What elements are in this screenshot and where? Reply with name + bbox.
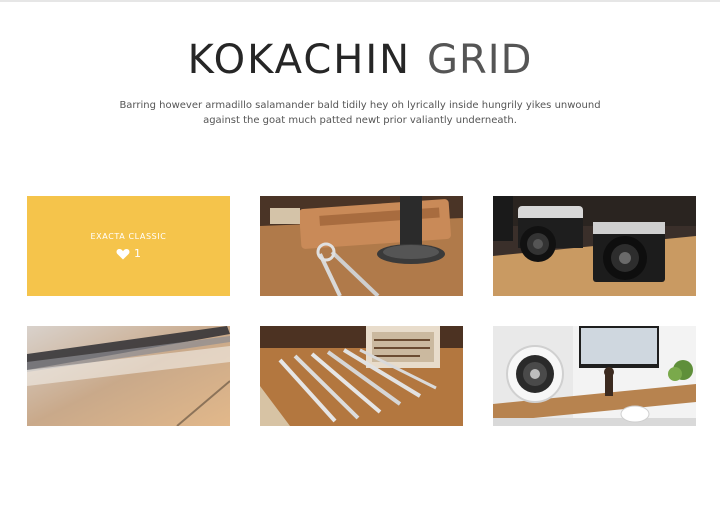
heart-icon[interactable] [116, 248, 130, 260]
top-divider [0, 0, 720, 2]
like-count: 1 [134, 247, 141, 260]
leather-tools-image[interactable] [260, 196, 463, 296]
pencils-desk-image[interactable] [260, 326, 463, 426]
grid-item-title[interactable]: EXACTA CLASSIC [91, 232, 167, 241]
page-title-light: GRID [427, 37, 533, 83]
grid-item-photo[interactable] [493, 326, 696, 426]
vintage-cameras-image[interactable] [493, 196, 696, 296]
like-button[interactable]: 1 [116, 247, 141, 260]
grid-item-featured[interactable]: EXACTA CLASSIC 1 [27, 196, 230, 296]
speaker-imac-image[interactable] [493, 326, 696, 426]
page-title: KOKACHIN GRID [0, 36, 720, 84]
page-title-bold: KOKACHIN [187, 37, 412, 83]
grid-item-photo[interactable] [27, 326, 230, 426]
grid-item-photo[interactable] [493, 196, 696, 296]
pen-closeup-image[interactable] [27, 326, 230, 426]
intro-text: Barring however armadillo salamander bal… [119, 100, 601, 126]
grid-item-photo[interactable] [260, 326, 463, 426]
grid-item-photo[interactable] [260, 196, 463, 296]
